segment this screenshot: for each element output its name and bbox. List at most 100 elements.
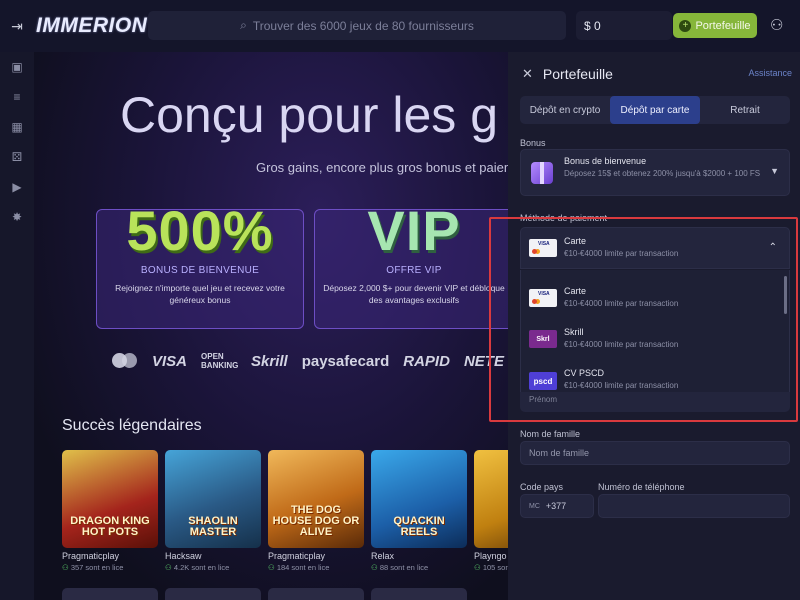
section-title: Succès légendaires bbox=[62, 417, 202, 434]
game-card[interactable]: DRAGON KING HOT POTS Pragmaticplay ⚇ 357… bbox=[62, 450, 158, 572]
main-content: Conçu pour les g Gros gains, encore plus… bbox=[34, 52, 508, 600]
game-players: ⚇ 105 sont bbox=[474, 563, 508, 572]
games-row: DRAGON KING HOT POTS Pragmaticplay ⚇ 357… bbox=[62, 450, 508, 572]
assistance-link[interactable]: Assistance bbox=[748, 68, 792, 78]
game-title: QUACKIN REELS bbox=[393, 515, 445, 538]
game-title: DRAGON KING HOT POTS bbox=[70, 515, 150, 538]
gift-icon[interactable]: ▣ bbox=[0, 52, 34, 82]
tab-crypto-deposit[interactable]: Dépôt en crypto bbox=[520, 96, 610, 124]
game-players: ⚇ 4.2K sont en lice bbox=[165, 563, 261, 572]
panel-header: ✕ Portefeuille bbox=[522, 66, 613, 82]
star-icon[interactable]: ✸ bbox=[0, 202, 34, 232]
deposit-tabs: Dépôt en crypto Dépôt par carte Retrait bbox=[520, 96, 790, 124]
game-card[interactable]: THE DOG HOUSE DOG OR ALIVE Pragmaticplay… bbox=[268, 450, 364, 572]
promo-big-text: VIP bbox=[367, 199, 461, 262]
hero-subtitle: Gros gains, encore plus gros bonus et pa… bbox=[256, 160, 508, 175]
paysafecard-logo: paysafecard bbox=[301, 352, 390, 370]
game-card[interactable]: Playngo ⚇ 105 sont bbox=[474, 450, 508, 572]
players-icon: ⚇ bbox=[371, 563, 378, 572]
promo-card-welcome[interactable]: 500% BONUS DE BIENVENUE Rejoignez n'impo… bbox=[96, 199, 304, 329]
games-row-2 bbox=[62, 588, 467, 600]
site-logo[interactable]: IMMERION bbox=[36, 14, 148, 38]
game-players: ⚇ 184 sont en lice bbox=[268, 563, 364, 572]
country-code-value: +377 bbox=[545, 501, 567, 511]
search-icon: ⌕ bbox=[240, 18, 247, 32]
collapse-sidebar-icon[interactable]: ⇥ bbox=[0, 0, 34, 52]
game-card[interactable]: QUACKIN REELS Relax ⚇ 88 sont en lice bbox=[371, 450, 467, 572]
dashboard-icon[interactable]: ▦ bbox=[0, 112, 34, 142]
players-count: 357 sont en lice bbox=[70, 563, 124, 572]
country-code-label: Code pays bbox=[520, 482, 564, 492]
mastercard-logo bbox=[112, 353, 138, 369]
panel-title: Portefeuille bbox=[542, 66, 613, 82]
game-thumbnail[interactable]: THE DOG HOUSE DOG OR ALIVE bbox=[268, 450, 364, 548]
payment-logos: VISA OPEN BANKING Skrill paysafecard RAP… bbox=[112, 352, 504, 370]
top-bar: ⇥ IMMERION ⌕ Trouver des 6000 jeux de 80… bbox=[0, 0, 800, 52]
promo-description: Rejoignez n'importe quel jeu et recevez … bbox=[115, 283, 285, 305]
bonus-title: Bonus de bienvenue bbox=[564, 156, 647, 166]
hero-title: Conçu pour les g bbox=[120, 87, 499, 143]
game-provider: Playngo bbox=[474, 551, 507, 561]
game-thumbnail[interactable] bbox=[62, 588, 158, 600]
players-count: 184 sont en lice bbox=[276, 563, 330, 572]
game-title: THE DOG HOUSE DOG OR ALIVE bbox=[272, 504, 360, 538]
players-icon: ⚇ bbox=[474, 563, 481, 572]
highlight-box bbox=[489, 217, 798, 422]
game-thumbnail[interactable]: SHAOLIN MASTER bbox=[165, 450, 261, 548]
promo-card-vip[interactable]: VIP OFFRE VIP Déposez 2,000 $+ pour deve… bbox=[314, 199, 508, 329]
user-icon[interactable]: ⚇ bbox=[770, 16, 788, 34]
last-name-label: Nom de famille bbox=[520, 429, 581, 439]
plus-icon: + bbox=[679, 19, 692, 32]
players-icon: ⚇ bbox=[268, 563, 275, 572]
chevron-down-icon: ▼ bbox=[770, 166, 779, 176]
game-players: ⚇ 357 sont en lice bbox=[62, 563, 158, 572]
game-card[interactable]: SHAOLIN MASTER Hacksaw ⚇ 4.2K sont en li… bbox=[165, 450, 261, 572]
players-count: 105 sont bbox=[482, 563, 508, 572]
game-thumbnail[interactable] bbox=[165, 588, 261, 600]
game-thumbnail[interactable]: QUACKIN REELS bbox=[371, 450, 467, 548]
players-icon: ⚇ bbox=[62, 563, 69, 572]
game-thumbnail[interactable] bbox=[474, 450, 508, 548]
tab-card-deposit[interactable]: Dépôt par carte bbox=[610, 96, 700, 124]
promo-title: OFFRE VIP bbox=[386, 265, 442, 276]
game-provider: Hacksaw bbox=[165, 551, 202, 561]
last-name-placeholder: Nom de famille bbox=[529, 448, 590, 458]
players-count: 88 sont en lice bbox=[379, 563, 429, 572]
promo-big-text: 500% bbox=[126, 199, 274, 262]
balance-display[interactable]: $ 0 bbox=[576, 11, 672, 40]
game-provider: Relax bbox=[371, 551, 395, 561]
phone-label: Numéro de téléphone bbox=[598, 482, 685, 492]
open-banking-logo: OPEN BANKING bbox=[201, 352, 239, 370]
bonus-description: Déposez 15$ et obtenez 200% jusqu'à $200… bbox=[564, 169, 761, 178]
game-thumbnail[interactable]: DRAGON KING HOT POTS bbox=[62, 450, 158, 548]
wallet-button-label: Portefeuille bbox=[695, 19, 751, 32]
bonus-label: Bonus bbox=[520, 138, 546, 148]
country-prefix: MC bbox=[529, 502, 540, 510]
visa-logo: VISA bbox=[152, 352, 188, 370]
search-placeholder: Trouver des 6000 jeux de 80 fournisseurs bbox=[252, 18, 474, 33]
dice-icon[interactable]: ⚄ bbox=[0, 142, 34, 172]
rapid-logo: RAPID bbox=[403, 352, 450, 370]
tab-withdrawal[interactable]: Retrait bbox=[700, 96, 790, 124]
players-icon: ⚇ bbox=[165, 563, 172, 572]
skrill-logo: Skrill bbox=[251, 352, 288, 370]
left-sidebar: ▣ ≡ ▦ ⚄ ▶ ✸ bbox=[0, 52, 34, 600]
phone-number-input[interactable] bbox=[598, 494, 790, 518]
game-thumbnail[interactable] bbox=[371, 588, 467, 600]
play-icon[interactable]: ▶ bbox=[0, 172, 34, 202]
wallet-button[interactable]: + Portefeuille bbox=[673, 13, 757, 38]
search-list-icon[interactable]: ≡ bbox=[0, 82, 34, 112]
promo-title: BONUS DE BIENVENUE bbox=[140, 265, 260, 276]
game-title: SHAOLIN MASTER bbox=[188, 515, 238, 538]
game-players: ⚇ 88 sont en lice bbox=[371, 563, 467, 572]
game-provider: Pragmaticplay bbox=[268, 551, 326, 561]
game-provider: Pragmaticplay bbox=[62, 551, 120, 561]
promo-description: Déposez 2,000 $+ pour devenir VIP et déb… bbox=[323, 283, 505, 305]
search-input[interactable]: ⌕ Trouver des 6000 jeux de 80 fournisseu… bbox=[148, 11, 566, 40]
country-code-select[interactable]: MC +377 bbox=[520, 494, 594, 518]
last-name-field[interactable]: Nom de famille bbox=[520, 441, 790, 465]
game-thumbnail[interactable] bbox=[268, 588, 364, 600]
close-icon[interactable]: ✕ bbox=[522, 66, 533, 82]
bonus-select[interactable]: Bonus de bienvenue Déposez 15$ et obtene… bbox=[520, 149, 790, 196]
gift-box-icon bbox=[531, 162, 553, 184]
